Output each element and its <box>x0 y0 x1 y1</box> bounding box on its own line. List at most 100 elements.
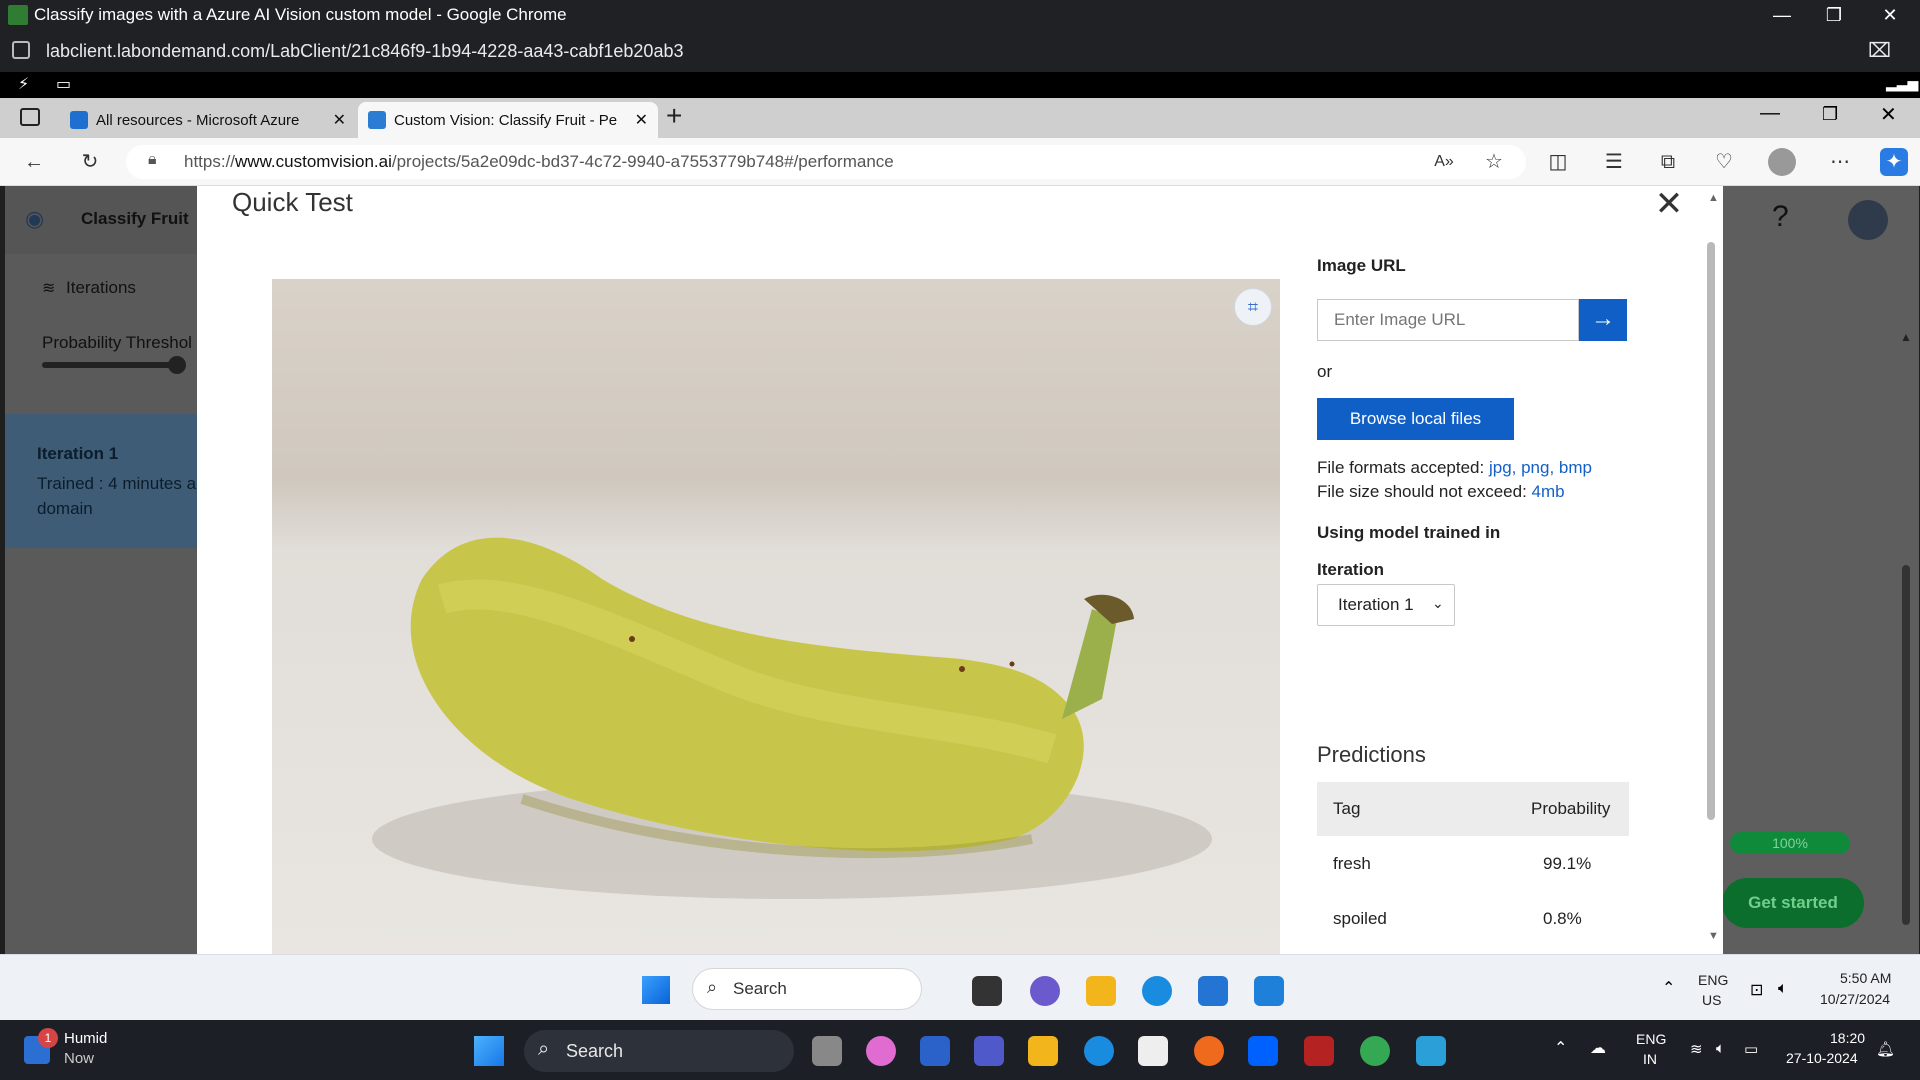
probability-column-header: Probability <box>1531 799 1611 818</box>
host-language-top[interactable]: ENG <box>1636 1031 1666 1047</box>
page-scrollbar[interactable] <box>1902 565 1910 925</box>
more-icon[interactable]: ⋯ <box>1826 148 1854 176</box>
collections-icon[interactable]: ⧉ <box>1654 148 1682 176</box>
chat-icon[interactable] <box>1030 976 1060 1006</box>
chevron-up-icon[interactable]: ⌃ <box>1662 978 1675 998</box>
volume-icon[interactable]: 🔈︎ <box>1716 1040 1725 1057</box>
split-screen-icon[interactable]: ◫ <box>1544 148 1572 176</box>
defender-icon[interactable] <box>920 1036 950 1066</box>
scroll-up-icon[interactable]: ▲ <box>1708 192 1719 204</box>
iteration-card[interactable]: Iteration 1 Trained : 4 minutes a domain <box>5 414 197 548</box>
iteration-select-value: Iteration 1 <box>1338 595 1414 614</box>
modal-close-button[interactable]: ✕ <box>1651 186 1687 222</box>
iterations-label[interactable]: Iterations <box>66 278 136 298</box>
modal-scrollbar[interactable] <box>1707 242 1715 820</box>
tab-all-resources[interactable]: All resources - Microsoft Azure ✕ <box>60 102 356 138</box>
notepad-icon[interactable] <box>1416 1036 1446 1066</box>
weather-title[interactable]: Humid <box>64 1030 107 1047</box>
predictions-title: Predictions <box>1317 742 1426 767</box>
left-nav <box>5 186 197 954</box>
browser-essentials-icon[interactable]: ♡ <box>1710 148 1738 176</box>
copilot-icon[interactable] <box>866 1036 896 1066</box>
threshold-slider-thumb[interactable] <box>168 356 186 374</box>
help-icon[interactable]: ? <box>1772 200 1789 234</box>
minimize-icon[interactable]: — <box>1760 102 1780 125</box>
vm-clock-time[interactable]: 5:50 AM <box>1840 970 1891 986</box>
site-info-icon[interactable] <box>12 41 30 59</box>
close-tab-icon[interactable]: ✕ <box>333 110 346 130</box>
windows-start-icon[interactable] <box>642 976 670 1004</box>
task-view-icon[interactable] <box>972 976 1002 1006</box>
chevron-up-icon[interactable]: ⌃ <box>1554 1038 1567 1058</box>
monitor-icon[interactable]: ▭ <box>56 74 71 94</box>
host-language-bottom[interactable]: IN <box>1643 1051 1657 1067</box>
iteration-select[interactable]: Iteration 1 ⌄ <box>1317 584 1455 626</box>
project-name[interactable]: Classify Fruit <box>81 209 189 229</box>
outer-url[interactable]: labclient.labondemand.com/LabClient/21c8… <box>46 41 683 62</box>
avatar[interactable] <box>1848 200 1888 240</box>
threshold-slider[interactable] <box>42 362 182 368</box>
eye-icon[interactable]: ◉ <box>25 206 44 232</box>
game-icon[interactable] <box>1304 1036 1334 1066</box>
dropbox-icon[interactable] <box>1248 1036 1278 1066</box>
iteration-title: Iteration 1 <box>37 444 119 463</box>
scroll-down-icon[interactable]: ▼ <box>1708 930 1719 942</box>
browse-local-files-button[interactable]: Browse local files <box>1317 398 1514 440</box>
vm-clock-date[interactable]: 10/27/2024 <box>1820 991 1890 1007</box>
chrome-icon[interactable] <box>1360 1036 1390 1066</box>
host-search-box[interactable]: ⌕ Search <box>524 1030 794 1072</box>
network-icon[interactable]: ⊡ <box>1750 980 1763 1000</box>
firefox-icon[interactable] <box>1194 1036 1224 1066</box>
vm-search-box[interactable]: ⌕ Search <box>692 968 922 1010</box>
back-icon[interactable]: ← <box>20 148 48 176</box>
new-tab-button[interactable]: + <box>666 100 682 132</box>
wifi-icon[interactable]: ≋ <box>1690 1040 1703 1058</box>
favorites-icon[interactable]: ☰ <box>1600 148 1628 176</box>
profile-icon[interactable] <box>1768 148 1796 176</box>
address-field[interactable]: 🔒︎ https://www.customvision.ai/projects/… <box>126 145 1526 179</box>
image-region-icon[interactable]: ⌗ <box>1234 288 1272 326</box>
host-clock-date[interactable]: 27-10-2024 <box>1786 1050 1858 1066</box>
file-explorer-icon[interactable] <box>1028 1036 1058 1066</box>
chevron-down-icon: ⌄ <box>1432 595 1444 611</box>
submit-url-button[interactable]: → <box>1579 299 1627 341</box>
battery-icon[interactable]: ▭ <box>1744 1040 1758 1058</box>
copilot-icon[interactable]: ✦ <box>1880 148 1908 176</box>
read-aloud-icon[interactable]: A» <box>1430 148 1458 176</box>
image-url-label: Image URL <box>1317 256 1406 275</box>
edge-icon[interactable] <box>1142 976 1172 1006</box>
volume-icon[interactable]: 🔈︎ <box>1778 980 1788 998</box>
edge-icon[interactable] <box>1084 1036 1114 1066</box>
address-host: www.customvision.ai <box>235 152 392 171</box>
refresh-icon[interactable]: ↻ <box>76 148 104 176</box>
favorite-icon[interactable]: ☆ <box>1480 148 1508 176</box>
close-icon[interactable]: ✕ <box>1880 102 1897 127</box>
image-url-input[interactable] <box>1317 299 1579 341</box>
teams-icon[interactable] <box>974 1036 1004 1066</box>
windows-start-icon[interactable] <box>474 1036 504 1066</box>
store-icon[interactable] <box>1138 1036 1168 1066</box>
lightning-icon[interactable]: ⚡ <box>18 74 29 94</box>
restore-icon[interactable]: ❐ <box>1822 104 1838 125</box>
file-explorer-icon[interactable] <box>1086 976 1116 1006</box>
vscode-icon[interactable] <box>1254 976 1284 1006</box>
get-started-button[interactable]: Get started <box>1722 878 1864 928</box>
weather-sub[interactable]: Now <box>64 1050 94 1067</box>
vm-language-top[interactable]: ENG <box>1698 972 1728 988</box>
scroll-up-icon[interactable]: ▲ <box>1900 330 1912 344</box>
cloud-off-icon[interactable]: ☁ <box>1590 1038 1606 1058</box>
tab-custom-vision[interactable]: Custom Vision: Classify Fruit - Pe ✕ <box>358 102 658 138</box>
vm-language-bottom[interactable]: US <box>1702 992 1721 1008</box>
bell-icon[interactable]: 🔔︎ <box>1876 1040 1895 1058</box>
store-icon[interactable] <box>1198 976 1228 1006</box>
tab-label: All resources - Microsoft Azure <box>96 111 300 129</box>
tab-actions-icon[interactable] <box>20 108 40 126</box>
host-clock-time[interactable]: 18:20 <box>1830 1030 1865 1046</box>
close-tab-icon[interactable]: ✕ <box>635 110 648 130</box>
close-icon[interactable]: ✕ <box>1860 0 1920 30</box>
no-screenshot-icon[interactable]: ⌧ <box>1868 38 1891 63</box>
task-view-icon[interactable] <box>812 1036 842 1066</box>
layers-icon: ≋ <box>42 280 56 297</box>
restore-icon[interactable]: ❐ <box>1804 0 1864 30</box>
minimize-icon[interactable]: — <box>1752 0 1812 30</box>
